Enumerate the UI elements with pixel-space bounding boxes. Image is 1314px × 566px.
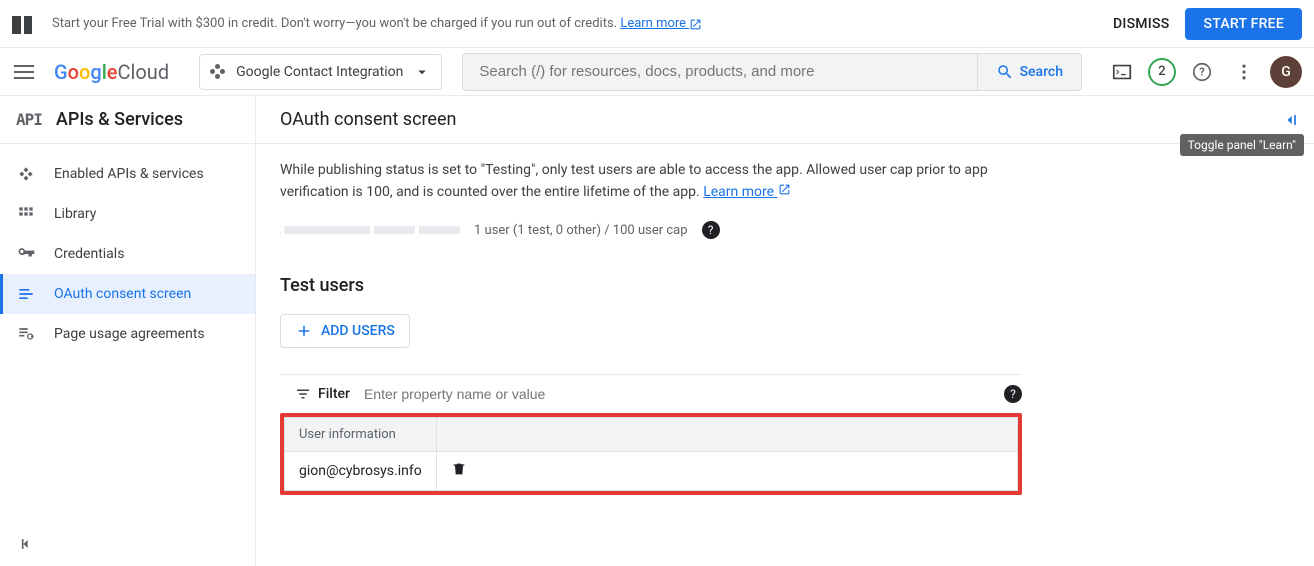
user-cap-row: 1 user (1 test, 0 other) / 100 user cap …: [280, 221, 1022, 239]
project-icon: [210, 64, 226, 80]
svg-text:?: ?: [1199, 65, 1205, 78]
help-icon[interactable]: ?: [1004, 385, 1022, 403]
test-users-table: User information gion@cybrosys.info: [284, 417, 1018, 491]
col-user-info[interactable]: User information: [285, 418, 437, 452]
header-actions: 2 ? G: [1106, 56, 1302, 88]
user-cap-text: 1 user (1 test, 0 other) / 100 user cap: [474, 223, 688, 238]
add-users-button[interactable]: ADD USERS: [280, 314, 410, 348]
page-title: OAuth consent screen: [280, 109, 456, 130]
row-actions: [436, 452, 1017, 491]
api-icon: API: [16, 110, 42, 129]
key-icon: [16, 244, 36, 264]
external-link-icon: [778, 183, 791, 196]
sidebar-item-credentials[interactable]: Credentials: [0, 234, 255, 274]
gift-icon: [12, 14, 32, 34]
agree-icon: [16, 324, 36, 344]
dismiss-button[interactable]: DISMISS: [1113, 16, 1170, 32]
sidebar-header[interactable]: API APIs & Services: [0, 96, 255, 144]
add-users-label: ADD USERS: [321, 323, 395, 339]
promo-banner: Start your Free Trial with $300 in credi…: [0, 0, 1314, 48]
user-cap-progress: [280, 226, 460, 234]
menu-icon[interactable]: [12, 60, 36, 84]
avatar[interactable]: G: [1270, 56, 1302, 88]
trash-icon: [451, 461, 467, 477]
external-link-icon: [689, 18, 702, 31]
search-button[interactable]: Search: [977, 54, 1081, 90]
sidebar-item-label: Page usage agreements: [54, 326, 205, 342]
banner-copy: Start your Free Trial with $300 in credi…: [52, 16, 620, 31]
start-free-button[interactable]: START FREE: [1185, 8, 1302, 40]
description-text: While publishing status is set to "Testi…: [280, 162, 988, 200]
user-email: gion@cybrosys.info: [285, 452, 437, 491]
diamond-icon: [16, 164, 36, 184]
sidebar-item-agreements[interactable]: Page usage agreements: [0, 314, 255, 354]
sidebar-title: APIs & Services: [56, 109, 183, 130]
cloud-shell-icon[interactable]: [1106, 56, 1138, 88]
sidebar-item-oauth[interactable]: OAuth consent screen: [0, 274, 255, 314]
learn-more-label: Learn more: [620, 16, 686, 31]
learn-tooltip: Toggle panel "Learn": [1180, 134, 1304, 156]
search-label: Search: [1020, 64, 1063, 80]
search-input[interactable]: [463, 63, 976, 80]
plus-icon: [295, 322, 313, 340]
sidebar-items: Enabled APIs & services Library Credenti…: [0, 144, 255, 526]
grid-icon: [16, 204, 36, 224]
more-icon[interactable]: [1228, 56, 1260, 88]
search-icon: [996, 63, 1014, 81]
sidebar-item-library[interactable]: Library: [0, 194, 255, 234]
sidebar-item-label: OAuth consent screen: [54, 286, 191, 302]
sidebar-item-enabled-apis[interactable]: Enabled APIs & services: [0, 154, 255, 194]
logo-suffix: Cloud: [118, 60, 170, 84]
learn-more-link[interactable]: Learn more: [703, 184, 790, 200]
sidebar-item-label: Library: [54, 206, 96, 222]
notifications-badge[interactable]: 2: [1148, 58, 1176, 86]
search-bar[interactable]: Search: [462, 53, 1082, 91]
collapse-sidebar[interactable]: [0, 526, 255, 566]
description: While publishing status is set to "Testi…: [280, 160, 1022, 203]
help-icon[interactable]: ?: [702, 221, 720, 239]
chevron-left-icon: [16, 534, 36, 554]
learn-more-label: Learn more: [703, 184, 774, 200]
banner-text: Start your Free Trial with $300 in credi…: [52, 16, 1113, 31]
project-name: Google Contact Integration: [236, 64, 403, 80]
project-selector[interactable]: Google Contact Integration: [199, 54, 442, 90]
filter-icon: [294, 385, 312, 403]
filter-row: Filter ?: [280, 374, 1022, 413]
sidebar-item-label: Enabled APIs & services: [54, 166, 204, 182]
help-icon[interactable]: ?: [1186, 56, 1218, 88]
consent-icon: [16, 284, 36, 304]
col-actions: [436, 418, 1017, 452]
main-header: OAuth consent screen: [256, 96, 1314, 144]
main: OAuth consent screen Toggle panel "Learn…: [256, 96, 1314, 566]
app-header: Google Cloud Google Contact Integration …: [0, 48, 1314, 96]
chevron-down-icon: [413, 63, 431, 81]
content: While publishing status is set to "Testi…: [256, 144, 1046, 511]
banner-learn-more-link[interactable]: Learn more: [620, 16, 702, 31]
chevron-left-bar-icon: [1280, 110, 1300, 130]
sidebar-item-label: Credentials: [54, 246, 124, 262]
sidebar: API APIs & Services Enabled APIs & servi…: [0, 96, 256, 566]
shell: API APIs & Services Enabled APIs & servi…: [0, 96, 1314, 566]
section-title: Test users: [280, 275, 1022, 296]
table-row: gion@cybrosys.info: [285, 452, 1018, 491]
filter-label: Filter: [318, 386, 350, 402]
test-users-table-highlight: User information gion@cybrosys.info: [280, 413, 1022, 495]
toggle-learn-panel[interactable]: [1274, 104, 1306, 136]
delete-user-button[interactable]: [451, 461, 467, 477]
filter-input[interactable]: [364, 386, 1004, 402]
logo[interactable]: Google Cloud: [54, 60, 169, 84]
